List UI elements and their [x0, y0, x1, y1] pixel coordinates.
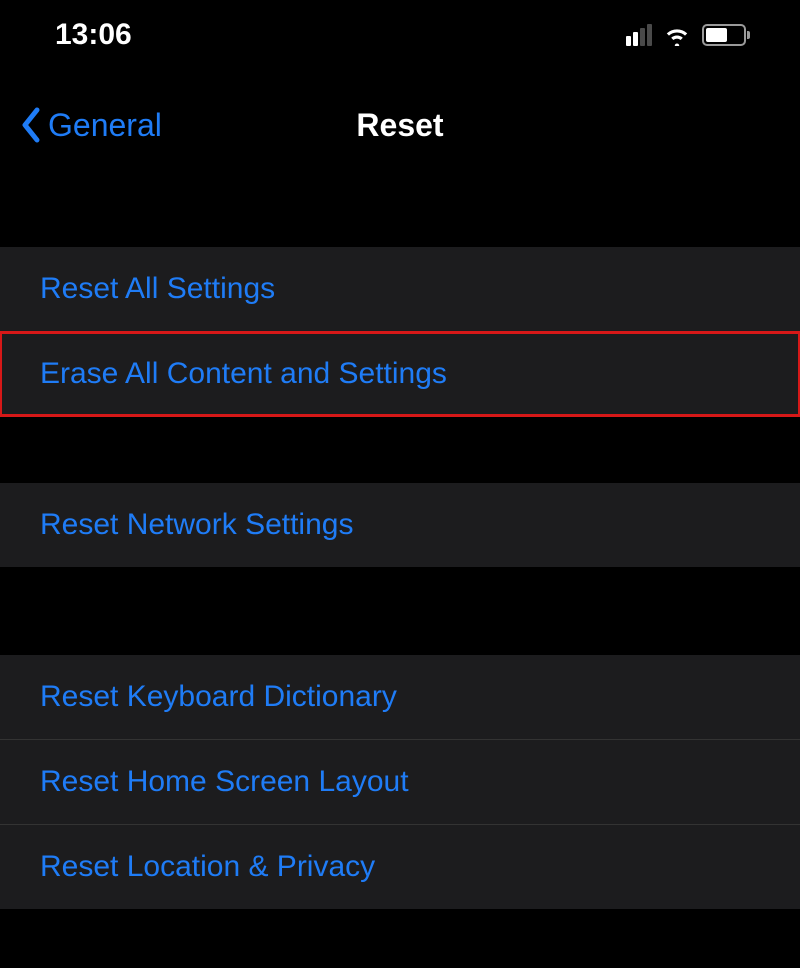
cellular-signal-icon — [626, 24, 652, 46]
reset-group-3: Reset Keyboard Dictionary Reset Home Scr… — [0, 655, 800, 909]
status-time: 13:06 — [55, 18, 132, 52]
status-bar: 13:06 — [0, 0, 800, 70]
back-button[interactable]: General — [20, 107, 162, 144]
reset-all-settings-item[interactable]: Reset All Settings — [0, 247, 800, 332]
back-label: General — [48, 107, 162, 144]
reset-group-1: Reset All Settings Erase All Content and… — [0, 247, 800, 416]
section-gap — [0, 416, 800, 483]
status-icons — [626, 24, 750, 46]
reset-home-screen-layout-item[interactable]: Reset Home Screen Layout — [0, 740, 800, 825]
reset-group-2: Reset Network Settings — [0, 483, 800, 567]
reset-network-settings-item[interactable]: Reset Network Settings — [0, 483, 800, 567]
section-gap — [0, 180, 800, 247]
page-title: Reset — [356, 107, 443, 144]
battery-icon — [702, 24, 750, 46]
reset-keyboard-dictionary-item[interactable]: Reset Keyboard Dictionary — [0, 655, 800, 740]
chevron-left-icon — [20, 107, 42, 143]
reset-location-privacy-item[interactable]: Reset Location & Privacy — [0, 825, 800, 909]
wifi-icon — [662, 24, 692, 46]
erase-all-content-item[interactable]: Erase All Content and Settings — [0, 332, 800, 416]
section-gap — [0, 567, 800, 655]
navigation-bar: General Reset — [0, 70, 800, 180]
